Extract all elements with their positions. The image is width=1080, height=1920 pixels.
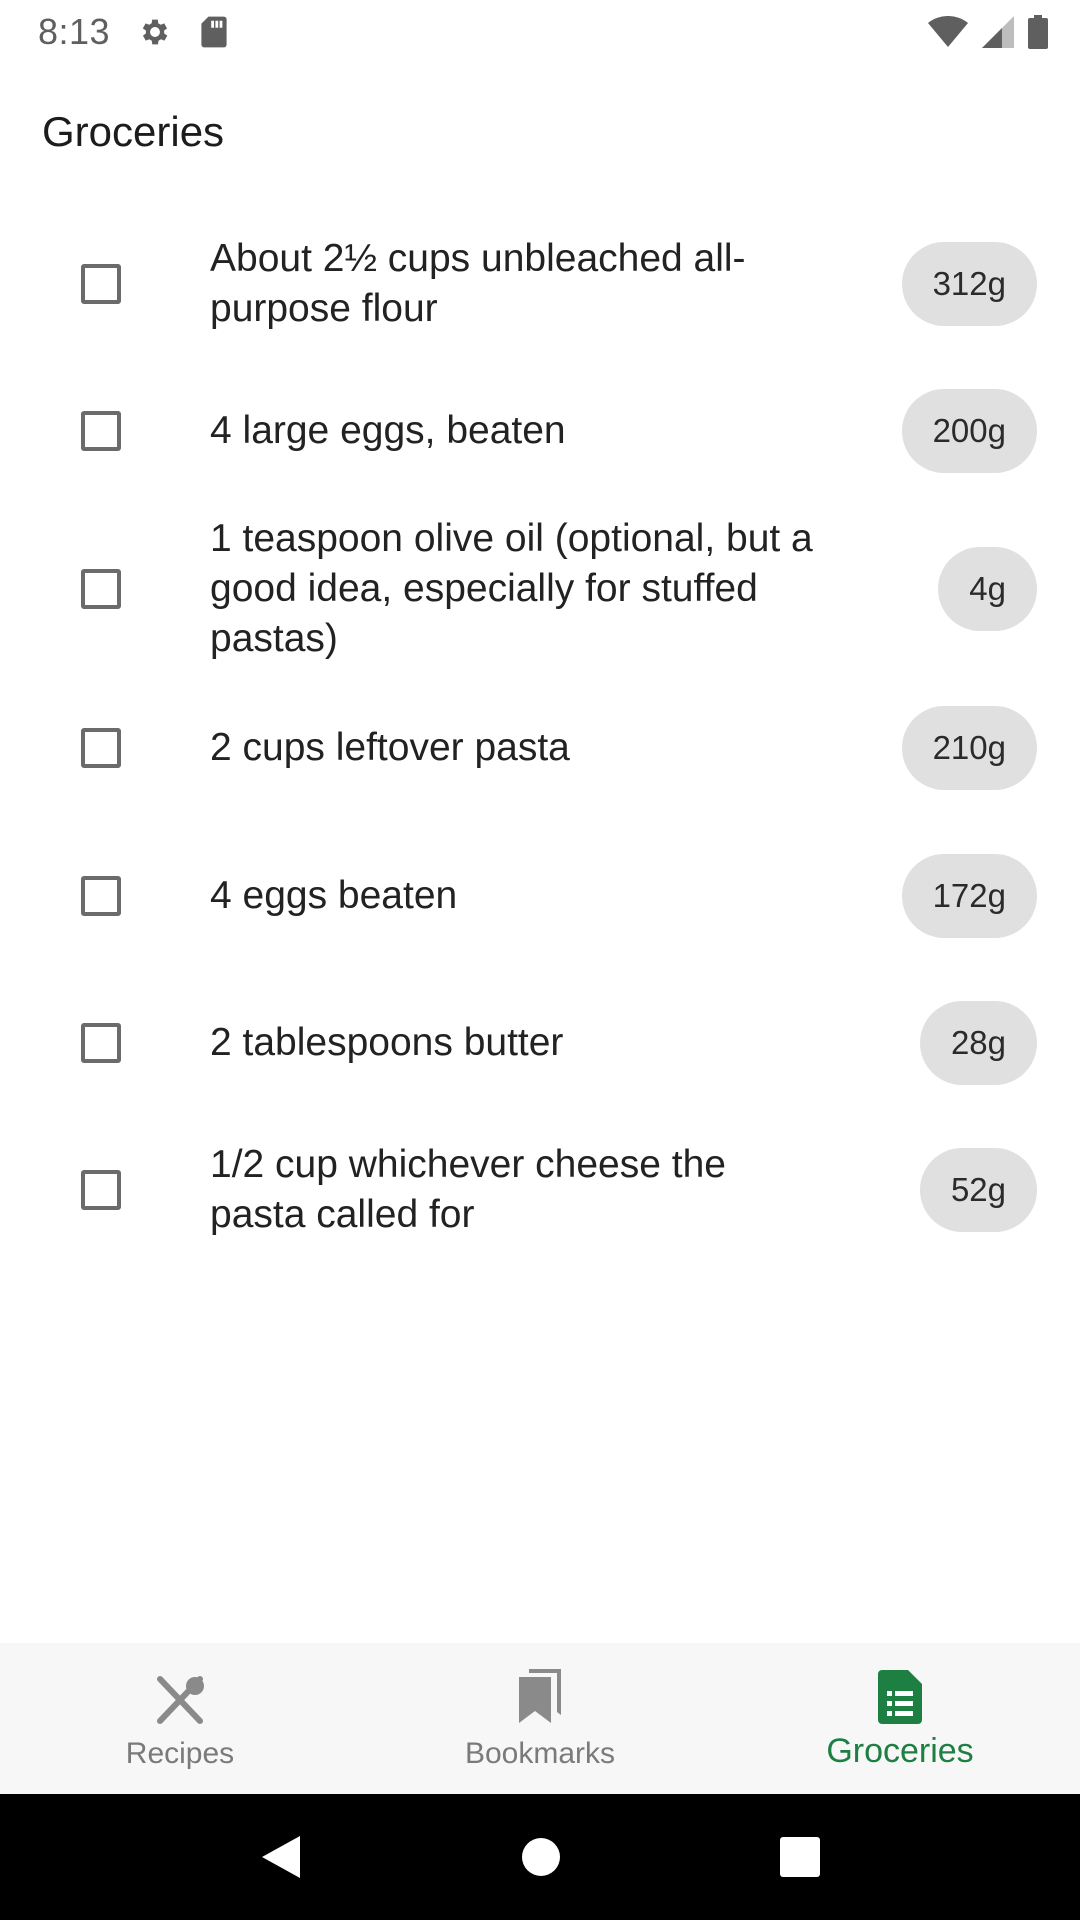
item-checkbox[interactable] xyxy=(81,875,121,916)
list-item[interactable]: About 2½ cups unbleached all-purpose flo… xyxy=(0,210,1080,357)
bookmarks-icon xyxy=(515,1667,565,1725)
weight-chip: 28g xyxy=(919,1000,1037,1085)
screen: 8:13 Groceries About 2½ cups unbleached … xyxy=(0,0,1080,1920)
weight-chip: 312g xyxy=(901,241,1037,326)
item-text: 1 teaspoon olive oil (optional, but a go… xyxy=(210,517,813,660)
wifi-icon xyxy=(928,15,968,48)
status-right xyxy=(928,14,1048,49)
home-icon[interactable] xyxy=(521,1837,561,1877)
bottom-nav: Recipes Bookmarks Groceries xyxy=(0,1643,1080,1794)
status-left: 8:13 xyxy=(38,11,228,53)
item-text: 4 large eggs, beaten xyxy=(210,408,566,452)
item-checkbox[interactable] xyxy=(81,569,121,609)
status-bar: 8:13 xyxy=(0,0,1080,63)
item-checkbox[interactable] xyxy=(81,1022,121,1063)
list-item[interactable]: 1/2 cup whichever cheese the pasta calle… xyxy=(0,1116,1080,1263)
list-icon xyxy=(878,1666,922,1724)
status-time: 8:13 xyxy=(38,10,111,52)
system-nav-bar xyxy=(0,1794,1080,1920)
nav-item-recipes[interactable]: Recipes xyxy=(0,1643,360,1794)
item-checkbox[interactable] xyxy=(81,263,121,304)
weight-chip: 52g xyxy=(919,1147,1037,1232)
nav-label: Groceries xyxy=(826,1732,974,1770)
weight-chip: 210g xyxy=(901,706,1037,790)
weight-chip: 200g xyxy=(901,388,1037,473)
list-item[interactable]: 4 eggs beaten 172g xyxy=(0,822,1080,969)
item-checkbox[interactable] xyxy=(81,410,121,451)
item-text: 4 eggs beaten xyxy=(210,873,458,917)
nav-item-bookmarks[interactable]: Bookmarks xyxy=(360,1643,720,1794)
settings-icon xyxy=(138,15,172,49)
back-icon[interactable] xyxy=(260,1834,302,1880)
fork-spoon-icon xyxy=(154,1667,206,1725)
overview-icon[interactable] xyxy=(780,1837,821,1877)
weight-chip: 172g xyxy=(901,853,1037,938)
sd-card-icon xyxy=(200,15,228,49)
nav-item-groceries[interactable]: Groceries xyxy=(720,1643,1080,1794)
item-text: 1/2 cup whichever cheese the pasta calle… xyxy=(210,1142,726,1236)
signal-icon xyxy=(982,15,1014,48)
list-item[interactable]: 4 large eggs, beaten 200g xyxy=(0,357,1080,504)
grocery-list: About 2½ cups unbleached all-purpose flo… xyxy=(0,210,1080,1263)
page-title: Groceries xyxy=(42,108,225,155)
item-text: 2 cups leftover pasta xyxy=(210,726,570,769)
nav-label: Bookmarks xyxy=(464,1736,616,1770)
weight-chip: 4g xyxy=(938,547,1037,631)
item-checkbox[interactable] xyxy=(81,1169,121,1210)
item-text: 2 tablespoons butter xyxy=(210,1020,564,1064)
list-item[interactable]: 2 cups leftover pasta 210g xyxy=(0,674,1080,822)
item-checkbox[interactable] xyxy=(81,728,121,768)
item-text: About 2½ cups unbleached all-purpose flo… xyxy=(210,236,746,330)
list-item[interactable]: 1 teaspoon olive oil (optional, but a go… xyxy=(0,504,1080,674)
nav-label: Recipes xyxy=(125,1736,235,1770)
list-item[interactable]: 2 tablespoons butter 28g xyxy=(0,969,1080,1116)
battery-icon xyxy=(1028,14,1048,49)
